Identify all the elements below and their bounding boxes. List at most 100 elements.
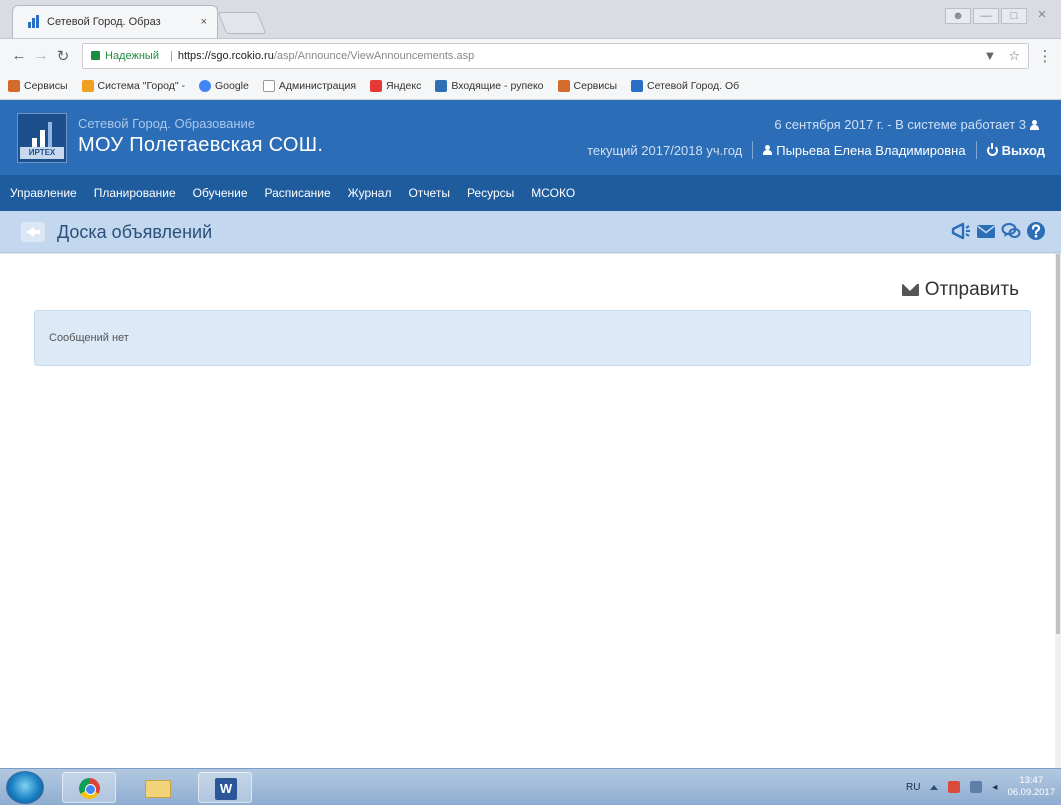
window-close-icon[interactable]: ✕ [1029,8,1055,24]
title-actions [951,221,1046,241]
flag-icon[interactable] [948,781,961,793]
back-button[interactable] [21,222,45,242]
tab-title: Сетевой Город. Образ [47,16,161,28]
yandex-icon [370,79,383,92]
header-user-bar: текущий 2017/2018 уч.год Пырьева Елена В… [587,141,1045,159]
taskbar-word[interactable]: W [198,772,252,803]
tab-close-icon[interactable]: × [201,16,207,28]
help-icon[interactable] [1026,221,1046,241]
bookmark-favicon-icon [81,79,94,92]
bookmark-item[interactable]: Сетевой Город. Об [631,79,739,92]
clock-date: 06.09.2017 [1007,787,1055,798]
users-online-icon[interactable] [1030,119,1039,130]
user-name-link[interactable]: Пырьева Елена Владимировна [776,143,965,158]
menu-item-msoko[interactable]: МСОКО [531,186,575,200]
apps-grid-icon [557,79,570,92]
show-hidden-icons-icon[interactable] [930,784,939,790]
site-header: ИРТЕХ Сетевой Город. Образование МОУ Пол… [0,100,1061,175]
chat-icon[interactable] [1001,221,1021,241]
user-icon [763,145,773,155]
menu-item-education[interactable]: Обучение [193,186,248,200]
menu-item-planning[interactable]: Планирование [94,186,176,200]
megaphone-icon[interactable] [951,221,971,241]
reload-icon[interactable]: ↻ [52,47,74,65]
browser-toolbar: ← → ↻ Надежный | https://sgo.rcokio.ru /… [0,38,1061,72]
empty-message: Сообщений нет [49,332,129,344]
system-name: Сетевой Город. Образование [78,116,256,131]
omnibox-actions: ▼ ☆ [983,48,1020,64]
bookmark-item[interactable]: Сервисы [8,79,68,92]
system-tray: RU ◂ 13:47 06.09.2017 [906,769,1055,805]
school-name: МОУ Полетаевская СОШ. [78,134,324,156]
browser-tab-strip: Сетевой Город. Образ × ☻ — □ ✕ [0,0,1061,38]
folder-icon [145,780,171,798]
page-scrollbar[interactable] [1055,254,1061,768]
lock-icon [91,51,100,60]
user-profile-icon[interactable]: ☻ [945,8,971,24]
maximize-icon[interactable]: □ [1001,8,1027,24]
menu-item-journal[interactable]: Журнал [348,186,392,200]
new-tab-button[interactable] [217,12,267,34]
forward-arrow-icon[interactable]: → [30,47,52,64]
envelope-icon [901,284,919,296]
menu-item-management[interactable]: Управление [10,186,77,200]
site-favicon-icon [27,15,41,29]
date-online-text: 6 сентября 2017 г. - В системе работает … [774,117,1026,132]
bookmark-item[interactable]: Google [199,79,249,92]
taskbar-explorer[interactable] [130,772,184,803]
divider [975,141,977,159]
address-bar[interactable]: Надежный | https://sgo.rcokio.ru /asp/An… [82,42,1029,69]
bookmark-item[interactable]: Входящие - рупеко [435,79,544,92]
power-icon [986,142,998,156]
network-icon[interactable] [970,781,983,793]
chrome-icon [79,778,100,799]
send-label: Отправить [924,279,1019,300]
page-title: Доска объявлений [57,222,213,242]
secure-label: Надежный [105,49,159,62]
minimize-icon[interactable]: — [973,8,999,24]
menu-item-resources[interactable]: Ресурсы [467,186,514,200]
logout-link[interactable]: Выход [1002,143,1045,158]
browser-tab[interactable]: Сетевой Город. Образ × [12,5,218,38]
clock-time: 13:47 [1019,775,1044,786]
browser-menu-icon[interactable]: ⋮ [1037,47,1053,65]
page-title-bar: Доска объявлений [0,211,1061,253]
content-area: Отправить Сообщений нет [0,254,1055,768]
url-path: /asp/Announce/ViewAnnouncements.asp [273,49,475,62]
volume-icon[interactable]: ◂ [992,782,997,793]
school-year[interactable]: текущий 2017/2018 уч.год [587,143,742,158]
bookmarks-bar: Сервисы Система "Город" - Google Админис… [0,72,1061,100]
site-logo[interactable]: ИРТЕХ [17,113,67,163]
divider [752,141,754,159]
date-online-info: 6 сентября 2017 г. - В системе работает … [774,117,1043,132]
bookmark-item[interactable]: Яндекс [370,79,421,92]
bookmark-star-icon[interactable]: ☆ [1008,48,1020,64]
start-button[interactable] [6,771,44,804]
bookmark-item[interactable]: Система "Город" - [81,79,185,92]
main-menu: Управление Планирование Обучение Расписа… [0,175,1061,211]
word-icon: W [215,778,237,800]
menu-item-schedule[interactable]: Расписание [265,186,331,200]
window-controls: ☻ — □ ✕ [945,8,1055,24]
taskbar-chrome[interactable] [62,772,116,803]
filter-icon[interactable]: ▼ [983,48,996,64]
envelope-icon[interactable] [976,221,996,241]
page-icon [262,79,275,92]
apps-grid-icon [8,79,20,92]
back-arrow-icon[interactable]: ← [8,47,30,64]
scrollbar-thumb[interactable] [1056,254,1060,634]
send-button[interactable]: Отправить [901,279,1019,301]
windows-taskbar: W RU ◂ 13:47 06.09.2017 [0,768,1061,805]
menu-item-reports[interactable]: Отчеты [408,186,449,200]
clock[interactable]: 13:47 06.09.2017 [1007,775,1055,799]
google-icon [199,79,211,92]
url-separator: | [169,49,173,62]
url-host: https://sgo.rcokio.ru [177,49,274,62]
mail-icon [435,79,448,92]
messages-panel: Сообщений нет [34,310,1031,366]
language-indicator[interactable]: RU [906,782,920,793]
site-favicon-icon [631,79,644,92]
bookmark-item[interactable]: Сервисы [557,79,617,92]
bookmark-item[interactable]: Администрация [262,79,356,92]
logo-text: ИРТЕХ [20,147,64,159]
